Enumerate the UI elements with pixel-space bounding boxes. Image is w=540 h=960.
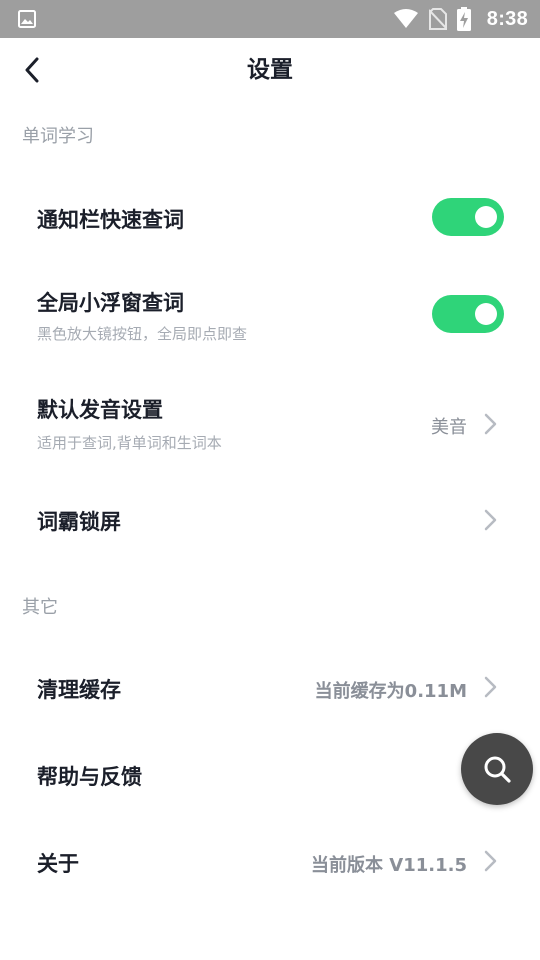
row-about[interactable]: 关于 当前版本 V11.1.5	[0, 832, 540, 892]
status-bar: 8:38	[0, 0, 540, 38]
battery-charging-icon	[456, 7, 471, 31]
row-floating-window-lookup[interactable]: 全局小浮窗查词 黑色放大镜按钮，全局即点即查	[0, 275, 540, 355]
floating-search-button[interactable]	[461, 733, 533, 805]
row-label: 清理缓存	[37, 678, 121, 702]
status-icons: 8:38	[393, 0, 528, 38]
wifi-icon	[393, 9, 418, 28]
notification-lookup-toggle[interactable]	[432, 198, 504, 236]
chevron-right-icon	[484, 509, 497, 531]
section-title-other: 其它	[22, 597, 58, 618]
row-label: 关于	[37, 852, 79, 876]
row-label: 全局小浮窗查词	[37, 291, 184, 315]
header: 设置	[0, 38, 540, 102]
row-label: 词霸锁屏	[37, 510, 121, 534]
gallery-icon	[18, 10, 36, 28]
status-time: 8:38	[486, 7, 528, 30]
toggle-knob	[475, 206, 497, 228]
row-value: 当前缓存为0.11M	[314, 681, 467, 702]
no-sim-icon	[428, 8, 447, 30]
row-subtitle: 适用于查词,背单词和生词本	[37, 434, 222, 452]
row-value: 美音	[431, 417, 467, 438]
row-lock-screen[interactable]: 词霸锁屏	[0, 490, 540, 550]
row-label: 默认发音设置	[37, 398, 163, 422]
floating-window-lookup-toggle[interactable]	[432, 295, 504, 333]
row-help-feedback[interactable]: 帮助与反馈	[0, 745, 540, 805]
row-default-pronunciation[interactable]: 默认发音设置 适用于查词,背单词和生词本 美音	[0, 384, 540, 464]
row-value: 当前版本 V11.1.5	[311, 855, 467, 876]
toggle-knob	[475, 303, 497, 325]
row-label: 帮助与反馈	[37, 765, 142, 789]
row-label: 通知栏快速查词	[37, 208, 184, 232]
row-clear-cache[interactable]: 清理缓存 当前缓存为0.11M	[0, 658, 540, 718]
chevron-right-icon	[484, 850, 497, 872]
chevron-right-icon	[484, 676, 497, 698]
page-title: 设置	[247, 57, 293, 83]
section-title-word-learning: 单词学习	[22, 126, 94, 147]
row-notification-lookup[interactable]: 通知栏快速查词	[0, 176, 540, 260]
row-subtitle: 黑色放大镜按钮，全局即点即查	[37, 325, 248, 343]
chevron-right-icon	[484, 413, 497, 435]
search-icon	[484, 756, 511, 783]
